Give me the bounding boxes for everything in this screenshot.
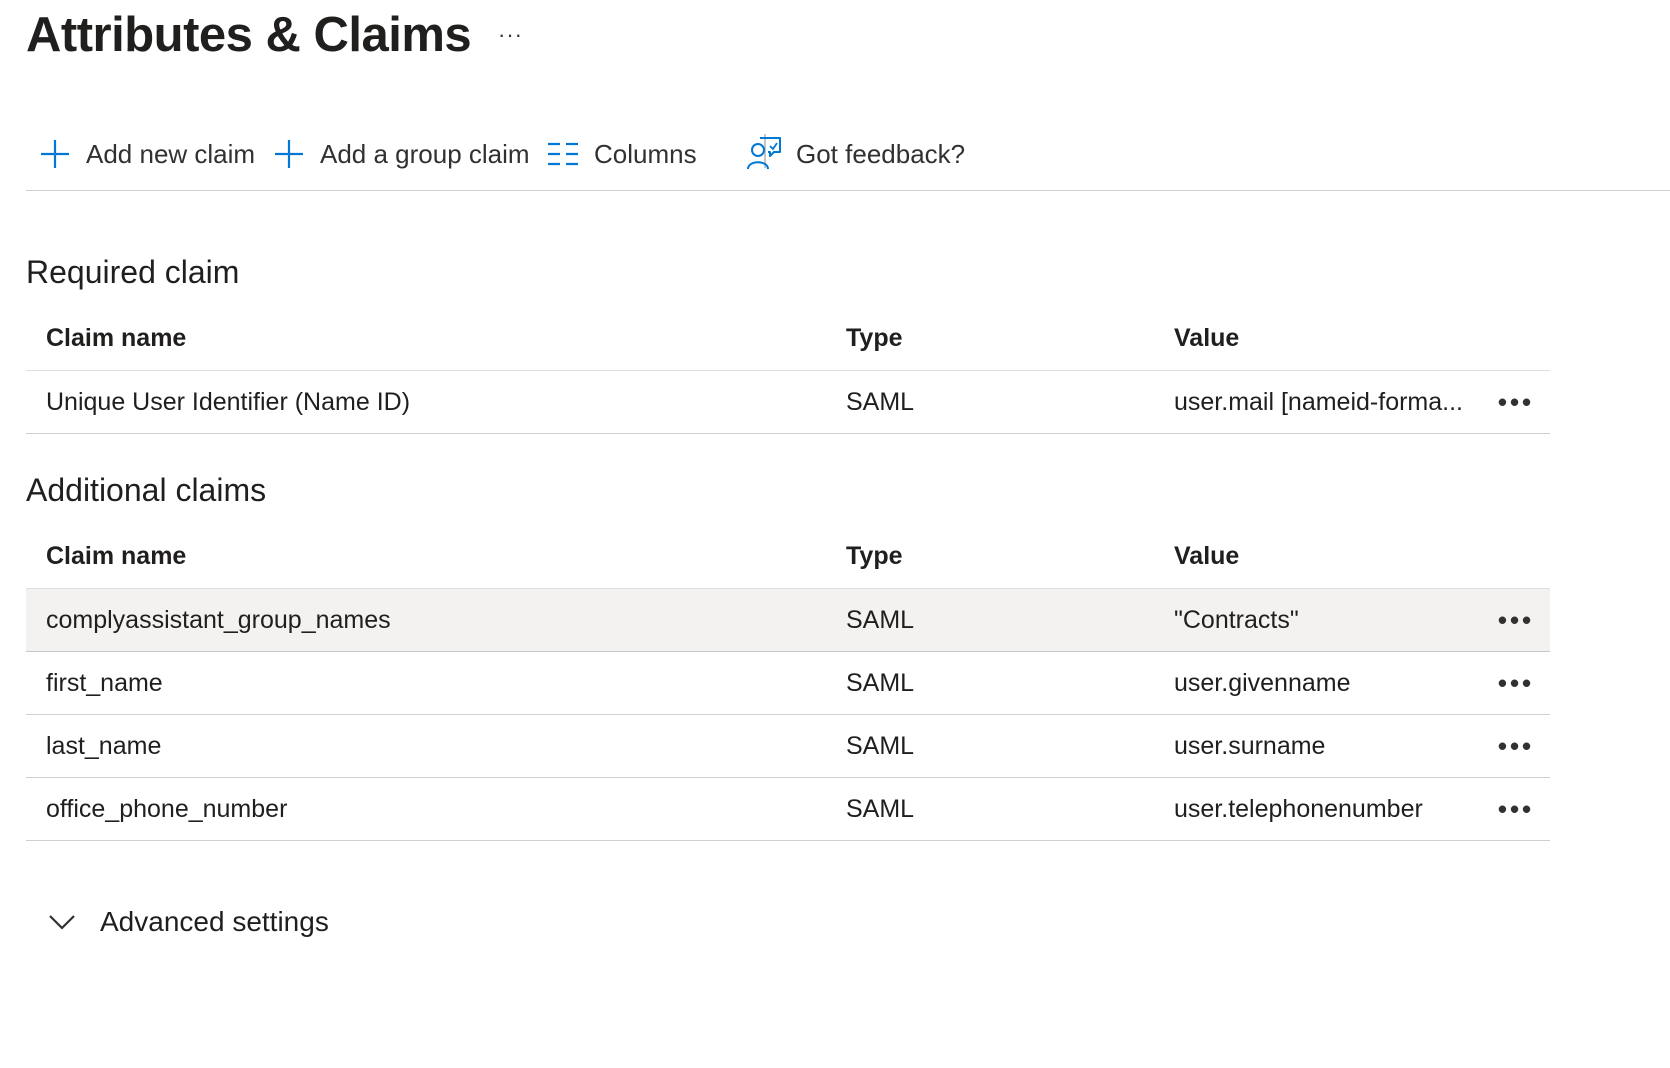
claim-name-cell: Unique User Identifier (Name ID)	[46, 387, 411, 416]
claim-name-cell: first_name	[46, 668, 163, 697]
claim-type-cell: SAML	[846, 605, 915, 634]
advanced-settings-toggle[interactable]: Advanced settings	[48, 900, 329, 944]
column-header-claim-name[interactable]: Claim name	[46, 524, 806, 588]
add-new-claim-button[interactable]: Add new claim	[38, 130, 255, 178]
advanced-settings-label: Advanced settings	[100, 906, 329, 937]
add-group-claim-label: Add a group claim	[320, 138, 530, 169]
chevron-down-icon	[48, 907, 78, 937]
table-header-row: Claim name Type Value	[26, 524, 1550, 589]
column-header-value[interactable]: Value	[1174, 306, 1494, 370]
column-header-claim-name[interactable]: Claim name	[46, 306, 806, 370]
columns-button[interactable]: Columns	[546, 130, 697, 178]
claim-type-cell: SAML	[846, 731, 915, 760]
required-claims-table: Claim name Type Value Unique User Identi…	[26, 306, 1550, 434]
command-bar: Add new claim Add a group claim Columns …	[26, 130, 1670, 191]
plus-icon	[38, 137, 72, 171]
claim-value-cell: user.surname	[1174, 731, 1326, 760]
page-title: Attributes & Claims	[26, 8, 472, 62]
add-group-claim-button[interactable]: Add a group claim	[272, 130, 530, 178]
columns-label: Columns	[594, 138, 697, 169]
additional-claims-heading: Additional claims	[26, 472, 267, 508]
column-header-type[interactable]: Type	[846, 306, 1146, 370]
claim-name-cell: last_name	[46, 731, 162, 760]
more-options-button[interactable]: ···	[498, 20, 523, 50]
feedback-icon	[746, 136, 782, 172]
table-row[interactable]: first_name SAML user.givenname •••	[26, 652, 1550, 715]
claim-value-cell: user.givenname	[1174, 668, 1351, 697]
claim-value-cell: user.mail [nameid-forma...	[1174, 387, 1463, 416]
plus-icon	[272, 137, 306, 171]
row-more-options-button[interactable]: •••	[1492, 589, 1540, 651]
claim-type-cell: SAML	[846, 668, 915, 697]
claim-value-cell: "Contracts"	[1174, 605, 1299, 634]
row-more-options-button[interactable]: •••	[1492, 715, 1540, 777]
additional-claims-table: Claim name Type Value complyassistant_gr…	[26, 524, 1550, 841]
table-row[interactable]: complyassistant_group_names SAML "Contra…	[26, 589, 1550, 652]
required-claim-heading: Required claim	[26, 254, 240, 290]
claim-name-cell: complyassistant_group_names	[46, 605, 391, 634]
add-new-claim-label: Add new claim	[86, 138, 256, 169]
column-header-type[interactable]: Type	[846, 524, 1146, 588]
claim-value-cell: user.telephonenumber	[1174, 794, 1423, 823]
table-header-row: Claim name Type Value	[26, 306, 1550, 371]
table-row[interactable]: Unique User Identifier (Name ID) SAML us…	[26, 371, 1550, 434]
column-header-value[interactable]: Value	[1174, 524, 1494, 588]
feedback-button[interactable]: Got feedback?	[746, 130, 965, 178]
table-row[interactable]: office_phone_number SAML user.telephonen…	[26, 778, 1550, 841]
table-row[interactable]: last_name SAML user.surname •••	[26, 715, 1550, 778]
columns-icon	[546, 137, 580, 171]
claim-type-cell: SAML	[846, 387, 915, 416]
row-more-options-button[interactable]: •••	[1492, 652, 1540, 714]
claim-name-cell: office_phone_number	[46, 794, 288, 823]
feedback-label: Got feedback?	[796, 138, 966, 169]
row-more-options-button[interactable]: •••	[1492, 778, 1540, 840]
row-more-options-button[interactable]: •••	[1492, 371, 1540, 433]
claim-type-cell: SAML	[846, 794, 915, 823]
